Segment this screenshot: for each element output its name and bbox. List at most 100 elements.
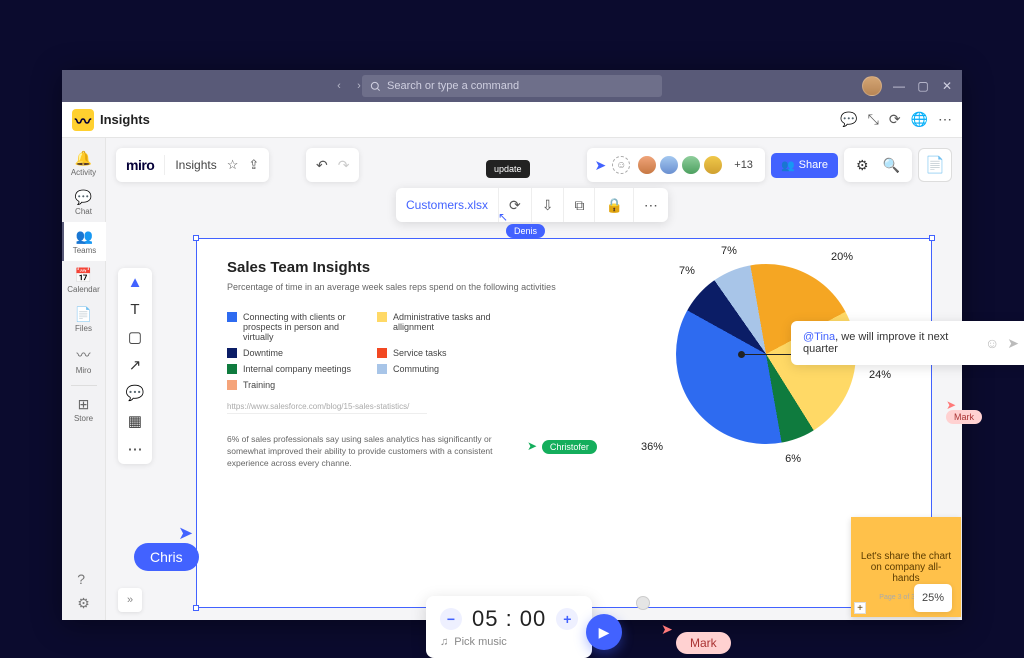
share-button[interactable]: 👥 Share [771,153,838,178]
settings-sliders-icon[interactable]: ⚙ [852,157,873,174]
chart-legend: Connecting with clients or prospects in … [227,312,507,390]
resize-handle[interactable] [193,605,199,611]
legend-swatch [227,348,237,358]
sticky-tool-icon[interactable]: ▢ [128,328,142,346]
app-logo-icon: 〰 [72,109,94,131]
pie-label: 7% [721,245,737,257]
lock-icon[interactable]: 🔒 [595,188,633,222]
timer-minus-button[interactable]: − [440,608,462,630]
file-toolbar: Customers.xlsx ⟳ ⇩ ⧉ 🔒 ⋯ [396,188,668,222]
minimize-icon[interactable]: — [892,79,906,93]
rail-store[interactable]: ⊞Store [62,390,106,429]
emoji-icon[interactable]: ☺ [985,335,999,351]
mention: @Tina [803,331,835,343]
app-window: ‹ › Search or type a command — ▢ ✕ 〰 Ins… [62,70,962,620]
timer-music-picker[interactable]: ♫ Pick music [440,636,578,648]
maximize-icon[interactable]: ▢ [916,79,930,93]
undo-icon[interactable]: ↶ [316,157,328,174]
store-icon: ⊞ [78,396,90,413]
board-toolbar: miro Insights ☆ ⇪ [116,148,269,182]
download-icon[interactable]: ⇩ [532,188,565,222]
refresh-icon[interactable]: ⟳ [889,111,901,128]
collaborator-count[interactable]: +13 [730,159,757,171]
pie-label: 7% [679,265,695,277]
nav-back-icon[interactable]: ‹ [330,77,348,95]
expand-panel-button[interactable]: » [118,588,142,612]
search-icon[interactable]: 🔍 [879,157,904,174]
add-reaction-icon[interactable]: ☺ [612,156,630,174]
board-name[interactable]: Insights [175,158,216,172]
content-area: 🔔Activity 💬Chat 👥Teams 📅Calendar 📄Files … [62,138,962,620]
timer-play-button[interactable]: ▶ [586,614,622,650]
resize-handle[interactable] [193,235,199,241]
cursor-label-chris: Chris [134,543,199,571]
miro-canvas[interactable]: miro Insights ☆ ⇪ ↶ ↷ update Customers.x… [106,138,962,620]
chat-icon[interactable]: 💬 [840,111,857,128]
cursor-tool-icon[interactable]: ➤ [595,157,607,174]
command-search[interactable]: Search or type a command [362,75,662,97]
pie-label: 20% [831,251,853,263]
more-icon[interactable]: ⋯ [938,111,952,128]
legend-swatch [227,380,237,390]
resize-handle[interactable] [929,235,935,241]
legend-swatch [377,312,387,322]
rail-files[interactable]: 📄Files [62,300,106,339]
cursor-pointer-icon: ➤ [178,523,193,544]
tooltip-update: update [486,160,530,178]
star-icon[interactable]: ☆ [227,157,239,173]
music-note-icon: ♫ [440,636,448,648]
titlebar: ‹ › Search or type a command — ▢ ✕ [62,70,962,102]
send-icon[interactable]: ➤ [1007,335,1019,352]
zoom-value[interactable]: 25% [914,592,952,604]
comment-tool-icon[interactable]: 💬 [126,384,145,402]
notes-button[interactable]: 📄 [918,148,952,182]
rail-miro[interactable]: 〰Miro [62,339,106,381]
collaborator-avatar[interactable] [702,154,724,176]
text-tool-icon[interactable]: T [130,301,139,318]
timer-display: 05 : 00 [472,606,546,632]
sticky-add-icon[interactable]: + [854,602,866,614]
frame-tool-icon[interactable]: ▦ [128,412,142,430]
collaborator-avatar[interactable] [636,154,658,176]
help-icon[interactable]: ? [77,571,90,587]
legend-swatch [227,364,237,374]
rail-teams[interactable]: 👥Teams [62,222,106,261]
arrow-tool-icon[interactable]: ↗ [129,356,142,374]
more-tools-icon[interactable]: ⋯ [128,440,143,458]
chat-icon: 💬 [75,189,92,206]
left-rail: 🔔Activity 💬Chat 👥Teams 📅Calendar 📄Files … [62,138,106,620]
legend-swatch [377,364,387,374]
cursor-pointer-icon: ➤ [527,439,537,453]
pie-label: 24% [869,369,891,381]
collaborator-avatar[interactable] [680,154,702,176]
comment-input[interactable]: @Tina, we will improve it next quarter ☺… [791,321,1024,365]
selected-frame[interactable]: Sales Team Insights Percentage of time i… [196,238,932,608]
pie-chart: 20% 24% 6% 36% 7% 7% @Tina, we will impr… [661,249,871,459]
more-options-icon[interactable]: ⋯ [634,188,668,222]
file-name[interactable]: Customers.xlsx [396,188,499,222]
cursor-label-mark: Mark [676,632,731,654]
close-icon[interactable]: ✕ [940,79,954,93]
select-tool-icon[interactable]: ▲ [128,274,143,291]
globe-icon[interactable]: 🌐 [911,111,928,128]
rail-chat[interactable]: 💬Chat [62,183,106,222]
collaborator-avatar[interactable] [658,154,680,176]
timer-plus-button[interactable]: + [556,608,578,630]
upload-icon[interactable]: ⇪ [248,157,259,173]
rail-calendar[interactable]: 📅Calendar [62,261,106,300]
timer-widget[interactable]: − 05 : 00 + ♫ Pick music [426,596,592,658]
calendar-icon: 📅 [75,267,92,284]
rail-activity[interactable]: 🔔Activity [62,144,106,183]
user-avatar[interactable] [862,76,882,96]
redo-icon[interactable]: ↷ [338,157,350,174]
source-link[interactable]: https://www.salesforce.com/blog/15-sales… [227,402,427,414]
collapse-icon[interactable]: ⤡ [868,111,879,128]
settings-icon[interactable]: ⚙ [77,595,90,612]
open-external-icon[interactable]: ⧉ [564,188,595,222]
tool-palette: ▲ T ▢ ↗ 💬 ▦ ⋯ [118,268,152,464]
pie-label: 36% [641,441,663,453]
miro-logo: miro [126,157,154,173]
bell-icon: 🔔 [75,150,92,167]
rail-divider [71,385,97,386]
slider-handle[interactable] [636,596,650,610]
